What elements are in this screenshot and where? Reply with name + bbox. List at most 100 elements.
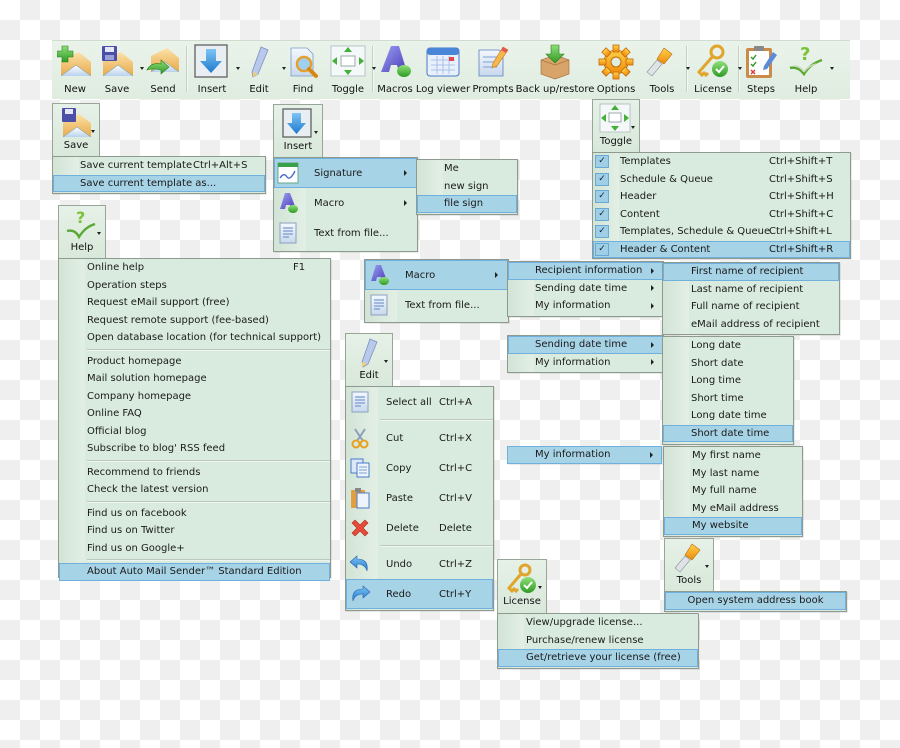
menu-item-redo[interactable]: Redo Ctrl+Y: [346, 579, 493, 609]
toggle-button[interactable]: Toggle: [324, 41, 376, 99]
checkmark-icon[interactable]: ✓: [595, 172, 609, 186]
menu-item-templates[interactable]: ✓ Templates Ctrl+Shift+T: [593, 153, 850, 171]
menu-item-undo[interactable]: Undo Ctrl+Z: [346, 549, 493, 579]
menu-item-my-full-name[interactable]: My full name: [664, 482, 802, 500]
menu-item-check-the-latest-version[interactable]: Check the latest version: [59, 481, 330, 499]
menu-item-save-current-template[interactable]: Save current template Ctrl+Alt+S: [53, 157, 265, 175]
dropdown-arrow-icon[interactable]: [384, 360, 388, 363]
menu-item-content[interactable]: ✓ Content Ctrl+Shift+C: [593, 206, 850, 224]
insert-menu-button[interactable]: Insert: [273, 104, 323, 159]
menu-item-email-address-of-recipient[interactable]: eMail address of recipient: [663, 316, 839, 334]
insert-button[interactable]: Insert: [188, 41, 240, 99]
menu-item-long-date[interactable]: Long date: [663, 337, 793, 355]
new-button[interactable]: New: [56, 41, 94, 99]
backup-restore-button[interactable]: Back up/restore: [516, 41, 594, 99]
menu-item-paste[interactable]: Paste Ctrl+V: [346, 483, 493, 513]
menu-item-my-last-name[interactable]: My last name: [664, 465, 802, 483]
menu-item-header-content[interactable]: ✓ Header & Content Ctrl+Shift+R: [593, 240, 850, 258]
menu-item-my-email-address[interactable]: My eMail address: [664, 500, 802, 518]
menu-item-file-sign[interactable]: file sign: [417, 195, 517, 213]
checkmark-icon[interactable]: ✓: [595, 155, 609, 168]
menu-item-my-website[interactable]: My website: [664, 517, 802, 535]
menu-item-request-remote-support-fee-based[interactable]: Request remote support (fee-based): [59, 312, 330, 330]
menu-item-long-date-time[interactable]: Long date time: [663, 407, 793, 425]
prompts-button[interactable]: Prompts: [470, 41, 516, 99]
menu-item-sending-date-time[interactable]: Sending date time: [508, 280, 663, 298]
dropdown-arrow-icon[interactable]: [91, 130, 95, 133]
menu-item-save-template-as[interactable]: Save current template as...: [53, 174, 265, 192]
log-viewer-button[interactable]: Log viewer: [416, 41, 470, 99]
menu-item-product-homepage[interactable]: Product homepage: [59, 353, 330, 371]
menu-item-purchase-renew-license[interactable]: Purchase/renew license: [498, 632, 698, 650]
dropdown-arrow-icon[interactable]: [705, 565, 709, 568]
menu-item-sending-date-time[interactable]: Sending date time: [508, 336, 663, 354]
menu-item-short-date[interactable]: Short date: [663, 355, 793, 373]
menu-item-find-us-on-google[interactable]: Find us on Google+: [59, 540, 330, 558]
menu-item-short-time[interactable]: Short time: [663, 390, 793, 408]
menu-item-text-from-file[interactable]: Text from file...: [365, 290, 508, 320]
menu-item-new-sign[interactable]: new sign: [417, 178, 517, 196]
menu-item-select-all[interactable]: Select all Ctrl+A: [346, 387, 493, 417]
menu-item-last-name-of-recipient[interactable]: Last name of recipient: [663, 281, 839, 299]
dropdown-arrow-icon[interactable]: [314, 131, 318, 134]
menu-item-my-information[interactable]: My information: [508, 354, 663, 372]
menu-item-copy[interactable]: Copy Ctrl+C: [346, 453, 493, 483]
checkmark-icon[interactable]: ✓: [595, 225, 609, 238]
menu-item-get-license-free[interactable]: Get/retrieve your license (free): [498, 649, 698, 667]
tools-menu-button[interactable]: Tools: [664, 538, 714, 593]
menu-item-signature[interactable]: Signature: [274, 158, 417, 188]
dropdown-arrow-icon[interactable]: [830, 67, 834, 70]
menu-item-short-date-time[interactable]: Short date time: [663, 424, 793, 442]
menu-item-my-first-name[interactable]: My first name: [664, 447, 802, 465]
menu-item-macro[interactable]: Macro: [274, 188, 417, 218]
menu-item-about-auto-mail-sender-standard-edition[interactable]: About Auto Mail Sender™ Standard Edition: [59, 563, 330, 581]
menu-item-full-name-of-recipient[interactable]: Full name of recipient: [663, 298, 839, 316]
menu-item-header[interactable]: ✓ Header Ctrl+Shift+H: [593, 188, 850, 206]
menu-item-macro[interactable]: Macro: [365, 260, 508, 290]
edit-menu-button[interactable]: Edit: [345, 333, 393, 387]
help-menu-button[interactable]: ? Help: [58, 205, 106, 259]
menu-item-open-database-location-for-technical-support[interactable]: Open database location (for technical su…: [59, 329, 330, 347]
toggle-menu-button[interactable]: Toggle: [592, 99, 640, 153]
checkmark-icon[interactable]: ✓: [595, 190, 609, 203]
find-button[interactable]: Find: [282, 41, 324, 99]
menu-item-delete[interactable]: Delete Delete: [346, 513, 493, 543]
menu-item-view-upgrade-license[interactable]: View/upgrade license...: [498, 614, 698, 632]
dropdown-arrow-icon[interactable]: [538, 586, 542, 589]
menu-item-first-name-of-recipient[interactable]: First name of recipient: [663, 263, 839, 281]
dropdown-arrow-icon[interactable]: [97, 232, 101, 235]
help-button[interactable]: ? Help: [782, 41, 834, 99]
checkmark-icon[interactable]: ✓: [595, 242, 609, 256]
edit-button[interactable]: Edit: [236, 41, 286, 99]
steps-button[interactable]: Steps: [740, 41, 782, 99]
menu-item-find-us-on-twitter[interactable]: Find us on Twitter: [59, 522, 330, 540]
menu-item-official-blog[interactable]: Official blog: [59, 423, 330, 441]
macros-button[interactable]: Macros: [374, 41, 416, 99]
menu-item-recommend-to-friends[interactable]: Recommend to friends: [59, 464, 330, 482]
menu-item-find-us-on-facebook[interactable]: Find us on facebook: [59, 505, 330, 523]
menu-item-schedule-queue[interactable]: ✓ Schedule & Queue Ctrl+Shift+S: [593, 171, 850, 189]
menu-item-mail-solution-homepage[interactable]: Mail solution homepage: [59, 370, 330, 388]
menu-item-subscribe-to-blog-rss-feed[interactable]: Subscribe to blog' RSS feed: [59, 440, 330, 458]
menu-item-recipient-information[interactable]: Recipient information: [508, 262, 663, 280]
send-button[interactable]: Send: [140, 41, 186, 99]
license-button[interactable]: License: [688, 41, 742, 99]
menu-item-cut[interactable]: Cut Ctrl+X: [346, 423, 493, 453]
menu-item-open-address-book[interactable]: Open system address book: [665, 592, 846, 610]
menu-item-long-time[interactable]: Long time: [663, 372, 793, 390]
menu-item-online-faq[interactable]: Online FAQ: [59, 405, 330, 423]
dropdown-arrow-icon[interactable]: [631, 126, 635, 129]
menu-item-online-help[interactable]: Online help F1: [59, 259, 330, 277]
menu-item-my-information[interactable]: My information: [508, 297, 663, 315]
menu-item-operation-steps[interactable]: Operation steps: [59, 277, 330, 295]
options-button[interactable]: Options: [594, 41, 638, 99]
save-menu-button[interactable]: Save: [52, 103, 100, 157]
menu-item-text-from-file[interactable]: Text from file...: [274, 218, 417, 248]
tools-button[interactable]: Tools: [638, 41, 690, 99]
menu-item-my-information[interactable]: My information: [507, 446, 662, 464]
menu-item-templates-schedule-queue[interactable]: ✓ Templates, Schedule & Queue Ctrl+Shift+L: [593, 223, 850, 241]
menu-item-company-homepage[interactable]: Company homepage: [59, 388, 330, 406]
save-button[interactable]: Save: [94, 41, 144, 99]
menu-item-request-email-support-free[interactable]: Request eMail support (free): [59, 294, 330, 312]
menu-item-me[interactable]: Me: [417, 160, 517, 178]
